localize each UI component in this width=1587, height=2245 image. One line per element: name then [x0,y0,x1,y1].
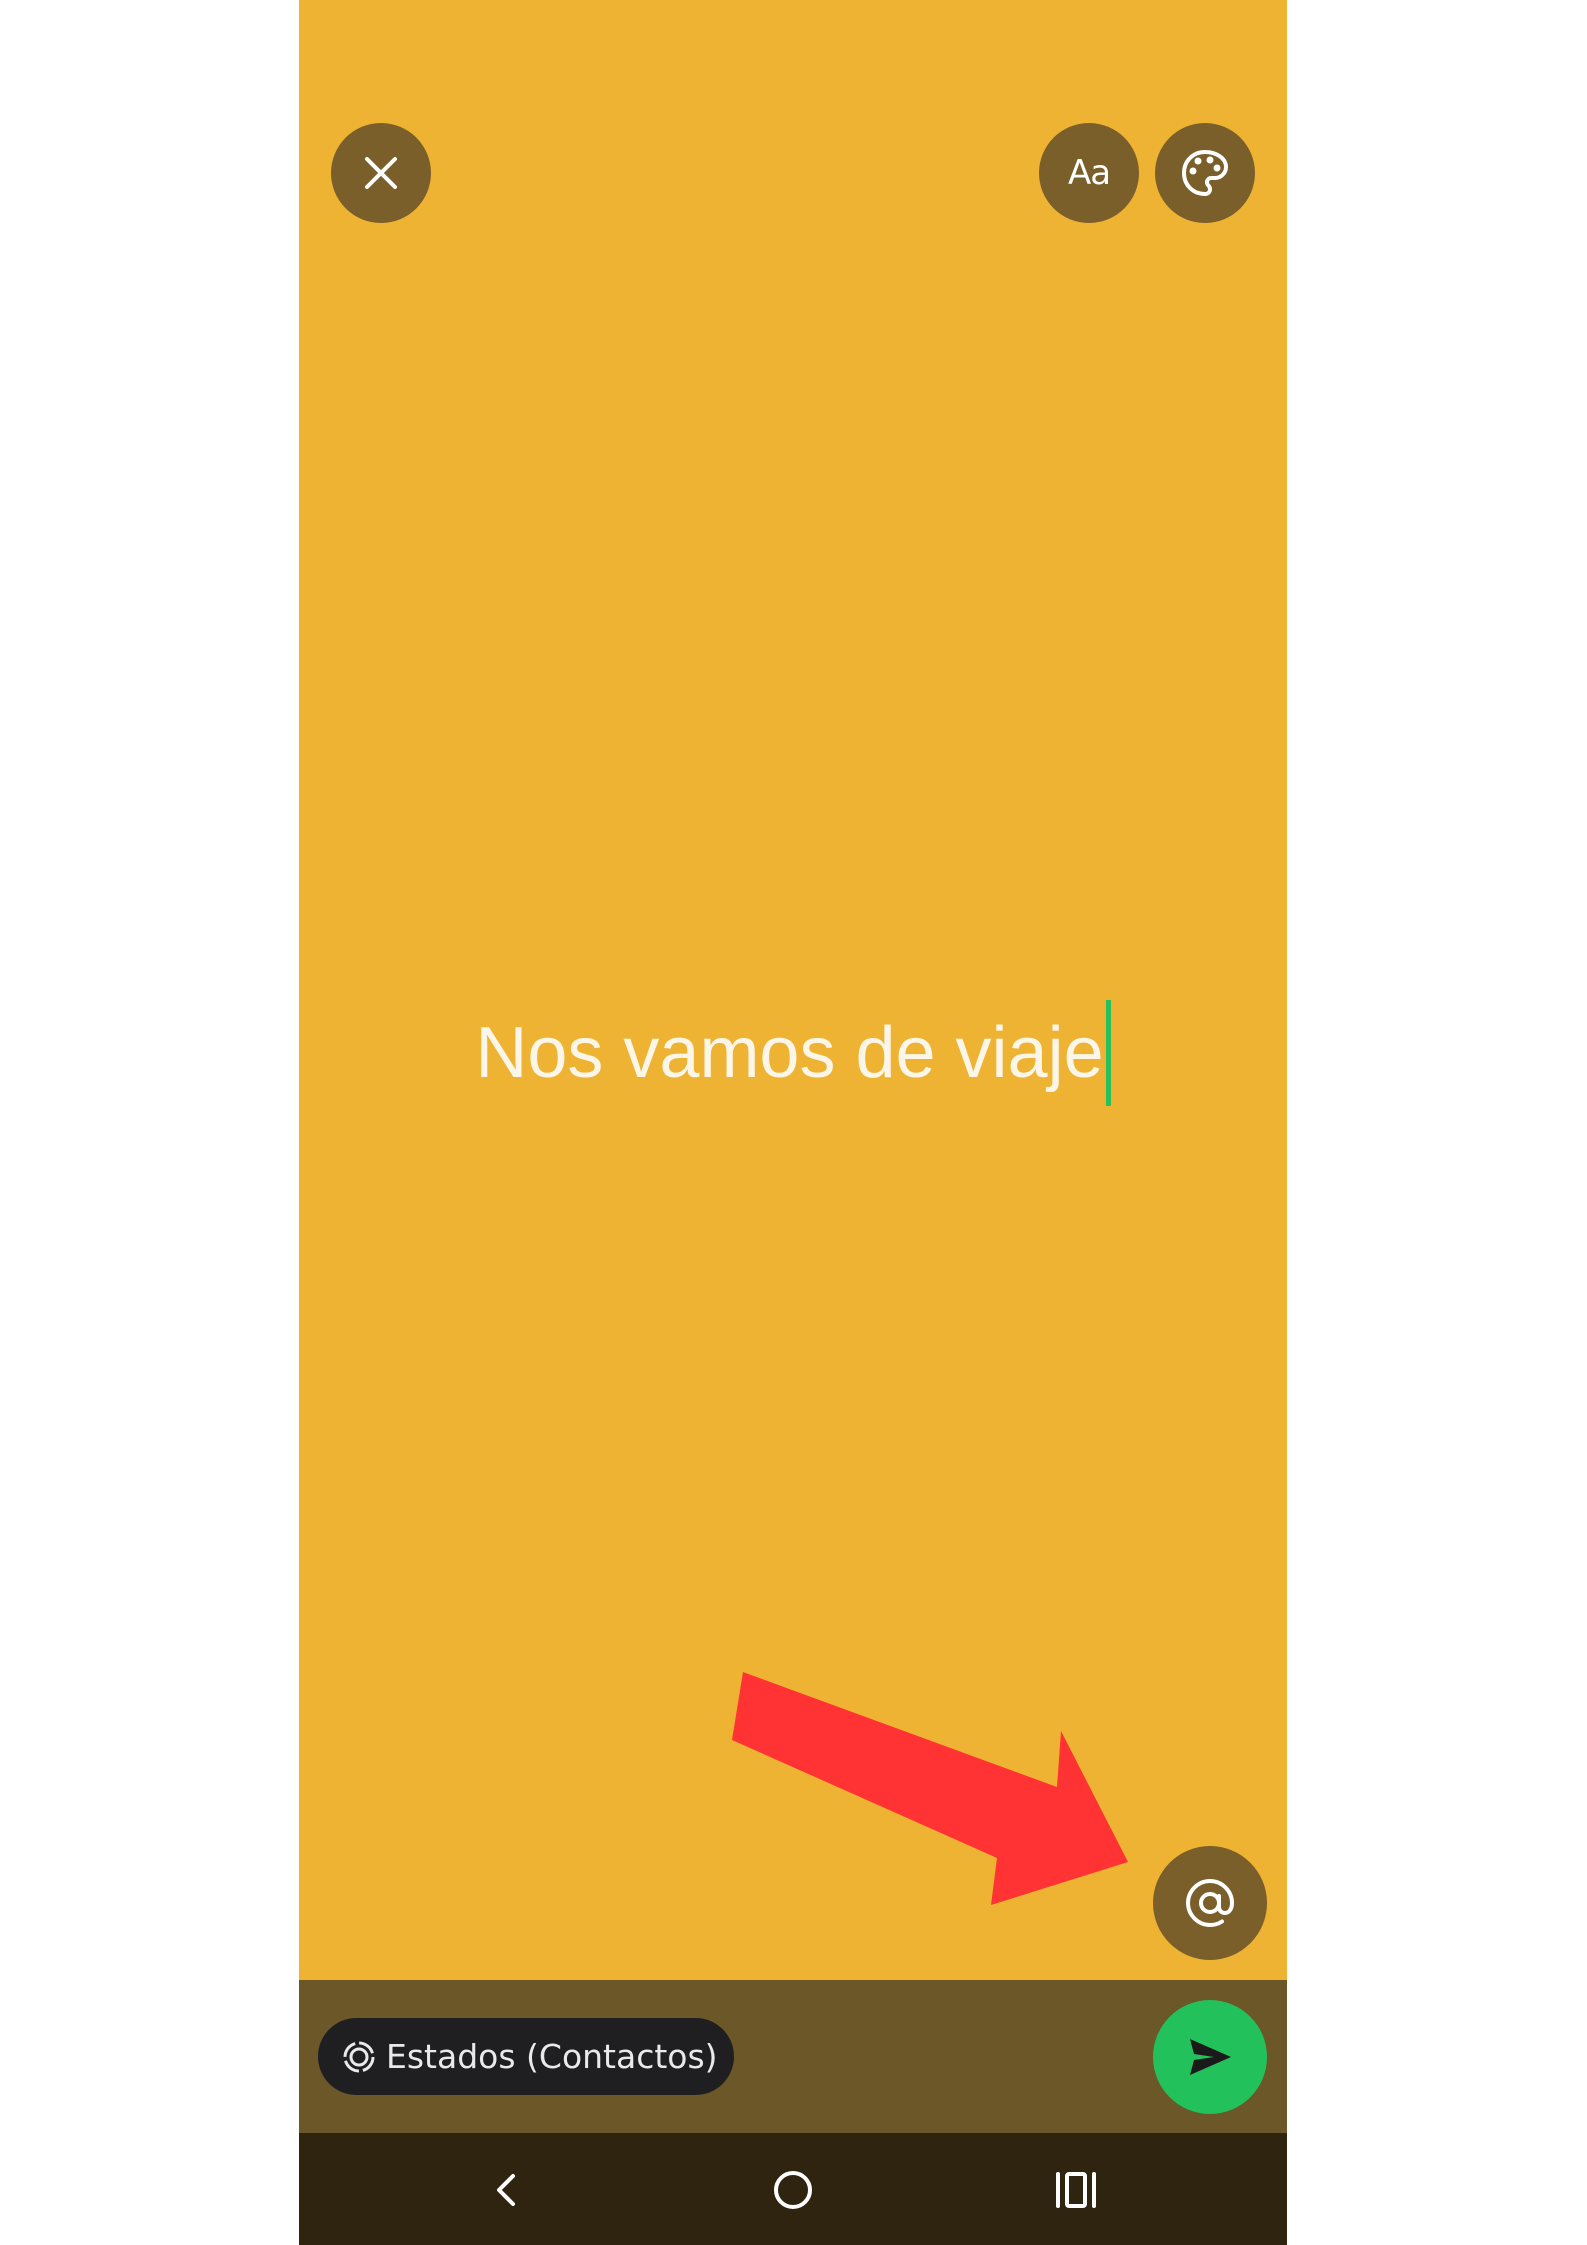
composer-footer: Estados (Contactos) [299,1980,1287,2133]
palette-icon [1182,150,1228,196]
font-style-label: Aa [1067,153,1111,193]
nav-home-button[interactable] [758,2155,828,2225]
mention-button[interactable] [1153,1846,1267,1960]
audience-label: Estados (Contactos) [386,2037,718,2076]
status-canvas[interactable]: Aa Nos vamos de viaje [299,0,1287,1980]
at-sign-icon [1185,1878,1235,1928]
close-button[interactable] [331,123,431,223]
nav-recents-button[interactable] [1041,2155,1111,2225]
send-button[interactable] [1153,2000,1267,2114]
status-text: Nos vamos de viaje [475,1013,1104,1093]
font-style-button[interactable]: Aa [1039,123,1139,223]
audience-selector[interactable]: Estados (Contactos) [318,2018,734,2095]
back-icon [497,2174,515,2206]
background-color-button[interactable] [1155,123,1255,223]
status-icon [343,2041,375,2072]
status-composer-screen: Aa Nos vamos de viaje Estados (Contactos… [299,0,1287,2245]
text-caret [1105,1000,1111,1106]
status-text-field[interactable]: Nos vamos de viaje [299,1000,1287,1106]
send-icon [1190,2039,1231,2075]
nav-back-button[interactable] [472,2155,542,2225]
close-icon [365,157,397,189]
recents-icon [1056,2172,1096,2208]
system-navigation-bar [299,2133,1287,2245]
home-icon [774,2171,812,2209]
